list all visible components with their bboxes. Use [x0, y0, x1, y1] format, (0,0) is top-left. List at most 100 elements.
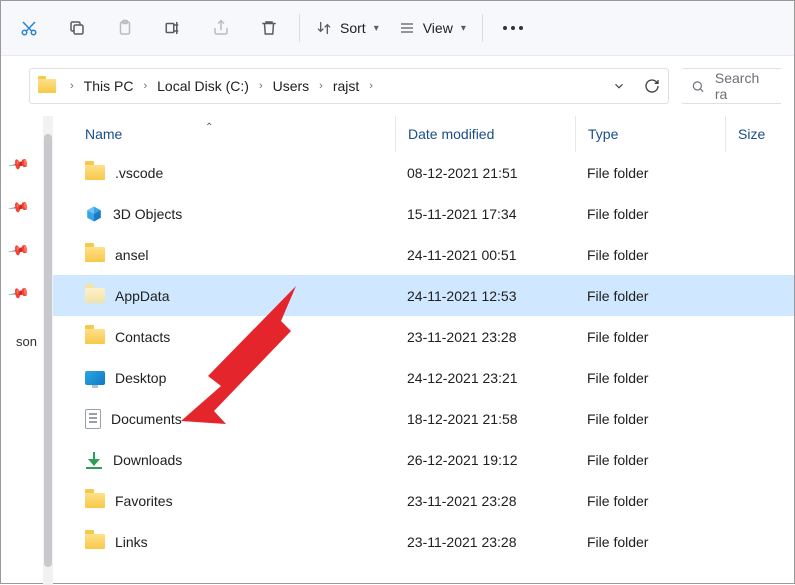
file-list-pane: Name ⌃ Date modified Type Size .vscode08… — [53, 116, 794, 585]
view-button[interactable]: View ▾ — [389, 8, 476, 48]
delete-button[interactable] — [245, 8, 293, 48]
file-rows: .vscode08-12-2021 21:51File folder3D Obj… — [53, 152, 794, 562]
refresh-button[interactable] — [644, 78, 660, 94]
file-row[interactable]: Downloads26-12-2021 19:12File folder — [53, 439, 794, 480]
pin-icon[interactable]: 📌 — [7, 239, 31, 263]
column-type[interactable]: Type — [575, 116, 725, 152]
chevron-right-icon: › — [313, 80, 329, 92]
content-area: 📌 📌 📌 📌 son Name ⌃ Date modified Type Si… — [1, 116, 794, 585]
breadcrumb-item[interactable]: Users — [271, 76, 312, 96]
scrollbar-thumb[interactable] — [44, 134, 52, 567]
cell-date: 24-11-2021 12:53 — [395, 288, 575, 304]
column-label: Type — [588, 126, 618, 142]
folder-hidden-icon — [85, 288, 105, 303]
more-button[interactable] — [489, 8, 537, 48]
breadcrumb[interactable]: › This PC › Local Disk (C:) › Users › ra… — [29, 68, 669, 104]
cell-name: 3D Objects — [85, 205, 395, 223]
cut-button[interactable] — [5, 8, 53, 48]
folder-icon — [38, 79, 56, 93]
folder-icon — [85, 534, 105, 549]
cell-type: File folder — [575, 247, 725, 263]
cell-type: File folder — [575, 206, 725, 222]
desktop-icon — [85, 371, 105, 385]
cell-date: 23-11-2021 23:28 — [395, 329, 575, 345]
file-row[interactable]: Documents 18-12-2021 21:58File folder — [53, 398, 794, 439]
column-size[interactable]: Size — [725, 116, 794, 152]
toolbar-separator — [299, 14, 300, 42]
share-button[interactable] — [197, 8, 245, 48]
copy-button[interactable] — [53, 8, 101, 48]
cell-type: File folder — [575, 288, 725, 304]
rename-button[interactable] — [149, 8, 197, 48]
pin-icon[interactable]: 📌 — [7, 196, 31, 220]
chevron-down-icon: ▾ — [374, 23, 379, 34]
column-date[interactable]: Date modified — [395, 116, 575, 152]
paste-button[interactable] — [101, 8, 149, 48]
cell-name: .vscode — [85, 165, 395, 181]
file-name: .vscode — [115, 165, 163, 181]
chevron-right-icon: › — [137, 80, 153, 92]
breadcrumb-item[interactable]: rajst — [331, 76, 361, 96]
cell-name: Contacts — [85, 329, 395, 345]
cell-date: 24-11-2021 00:51 — [395, 247, 575, 263]
file-name: Documents — [111, 411, 182, 427]
file-row[interactable]: Links23-11-2021 23:28File folder — [53, 521, 794, 562]
cell-name: ansel — [85, 247, 395, 263]
cell-type: File folder — [575, 452, 725, 468]
chevron-right-icon: › — [253, 80, 269, 92]
cell-type: File folder — [575, 165, 725, 181]
cell-name: AppData — [85, 288, 395, 304]
folder-icon — [85, 329, 105, 344]
breadcrumb-item[interactable]: Local Disk (C:) — [155, 76, 251, 96]
file-row[interactable]: .vscode08-12-2021 21:51File folder — [53, 152, 794, 193]
column-label: Date modified — [408, 126, 494, 142]
folder-icon — [85, 165, 105, 180]
column-label: Name — [85, 126, 122, 142]
pin-icon[interactable]: 📌 — [7, 153, 31, 177]
folder-icon — [85, 493, 105, 508]
file-name: Contacts — [115, 329, 170, 345]
history-dropdown[interactable] — [612, 79, 626, 93]
chevron-right-icon: › — [363, 80, 379, 92]
file-row[interactable]: ansel 24-11-2021 00:51File folder — [53, 234, 794, 275]
nav-item-label[interactable]: son — [1, 334, 37, 349]
file-row[interactable]: 3D Objects15-11-2021 17:34File folder — [53, 193, 794, 234]
cube-icon — [85, 205, 103, 223]
address-row: › This PC › Local Disk (C:) › Users › ra… — [1, 56, 794, 116]
pin-icon[interactable]: 📌 — [7, 282, 31, 306]
file-row[interactable]: Contacts23-11-2021 23:28File folder — [53, 316, 794, 357]
toolbar-separator — [482, 14, 483, 42]
file-name: 3D Objects — [113, 206, 182, 222]
file-name: ansel — [115, 247, 148, 263]
cell-name: Documents — [85, 409, 395, 429]
cell-name: Downloads — [85, 451, 395, 469]
cell-type: File folder — [575, 370, 725, 386]
more-icon — [503, 26, 523, 30]
cell-date: 23-11-2021 23:28 — [395, 534, 575, 550]
cell-name: Favorites — [85, 493, 395, 509]
cell-type: File folder — [575, 411, 725, 427]
breadcrumb-item[interactable]: This PC — [82, 76, 136, 96]
chevron-down-icon: ▾ — [461, 23, 466, 34]
column-headers: Name ⌃ Date modified Type Size — [53, 116, 794, 152]
cell-name: Links — [85, 534, 395, 550]
file-name: Links — [115, 534, 148, 550]
column-label: Size — [738, 126, 765, 142]
file-name: Desktop — [115, 370, 166, 386]
cell-date: 23-11-2021 23:28 — [395, 493, 575, 509]
cell-date: 24-12-2021 23:21 — [395, 370, 575, 386]
search-input[interactable]: Search ra — [681, 68, 781, 104]
file-row[interactable]: Desktop 24-12-2021 23:21File folder — [53, 357, 794, 398]
nav-scrollbar[interactable] — [43, 116, 53, 585]
cell-date: 18-12-2021 21:58 — [395, 411, 575, 427]
folder-icon — [85, 247, 105, 262]
file-row[interactable]: AppData24-11-2021 12:53File folder — [53, 275, 794, 316]
file-name: Favorites — [115, 493, 173, 509]
sort-button[interactable]: Sort ▾ — [306, 8, 389, 48]
column-name[interactable]: Name ⌃ — [85, 126, 395, 142]
toolbar: Sort ▾ View ▾ — [1, 1, 794, 56]
file-row[interactable]: Favorites23-11-2021 23:28File folder — [53, 480, 794, 521]
cell-name: Desktop — [85, 370, 395, 386]
search-icon — [691, 79, 705, 94]
sort-label: Sort — [340, 20, 366, 36]
